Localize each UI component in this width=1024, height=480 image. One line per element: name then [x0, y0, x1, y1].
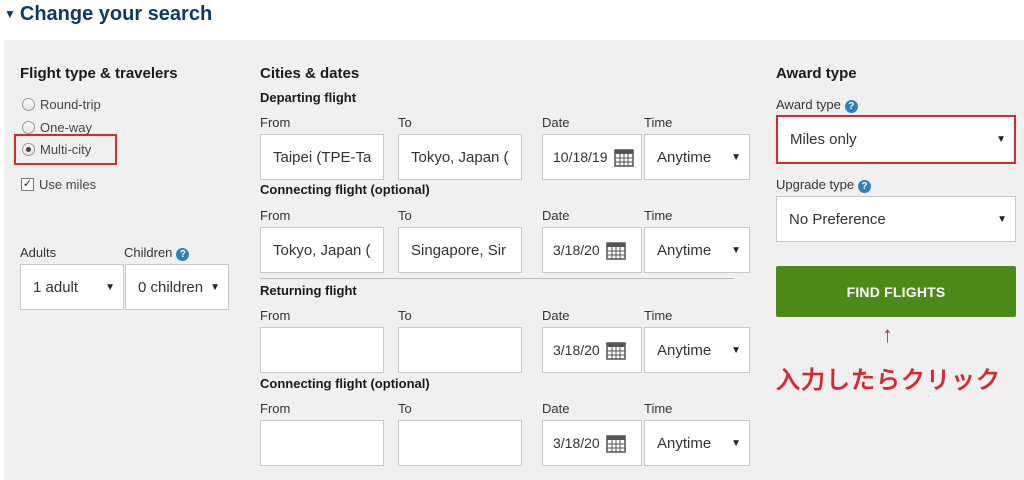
page-title: Change your search — [19, 2, 213, 25]
award-type-title: Award type — [776, 65, 857, 82]
time-label: Time — [644, 308, 673, 323]
time-select[interactable]: Anytime ▼ — [644, 227, 750, 273]
award-type-label: Award type? — [776, 97, 858, 113]
from-label: From — [260, 208, 291, 223]
cities-dates-title: Cities & dates — [260, 65, 360, 82]
date-input[interactable]: 3/18/20 — [542, 327, 642, 373]
segment-title: Connecting flight (optional) — [260, 182, 430, 197]
segment-title: Connecting flight (optional) — [260, 376, 430, 391]
change-search-header[interactable]: ▼ Change your search — [4, 0, 212, 28]
radio-one-way[interactable]: One-way — [22, 120, 92, 135]
date-label: Date — [542, 208, 570, 223]
adults-label: Adults — [20, 245, 57, 260]
chevron-down-icon: ▼ — [731, 151, 741, 163]
segment-title: Departing flight — [260, 90, 357, 105]
award-type-select[interactable]: Miles only ▼ — [776, 115, 1016, 164]
time-select[interactable]: Anytime ▼ — [644, 134, 750, 180]
from-label: From — [260, 115, 291, 130]
date-input[interactable]: 3/18/20 — [542, 420, 642, 466]
flight-type-title: Flight type & travelers — [20, 65, 178, 82]
to-label: To — [398, 401, 412, 416]
adults-select[interactable]: 1 adult ▼ — [20, 264, 124, 310]
date-input[interactable]: 3/18/20 — [542, 227, 642, 273]
to-input[interactable] — [398, 420, 522, 466]
time-select[interactable]: Anytime ▼ — [644, 327, 750, 373]
from-label: From — [260, 401, 291, 416]
help-icon: ? — [858, 180, 872, 193]
chevron-down-icon: ▼ — [996, 134, 1006, 145]
help-icon: ? — [844, 100, 858, 113]
time-label: Time — [644, 115, 673, 130]
time-label: Time — [644, 208, 673, 223]
to-input[interactable]: Tokyo, Japan ( — [398, 134, 522, 180]
find-flights-button[interactable]: FIND FLIGHTS — [776, 266, 1016, 317]
chevron-down-icon: ▼ — [210, 281, 220, 293]
radio-icon — [22, 98, 35, 111]
chevron-down-icon: ▼ — [731, 344, 741, 356]
checkmark-icon: ✓ — [21, 178, 34, 191]
upgrade-type-label: Upgrade type? — [776, 177, 872, 193]
use-miles-checkbox[interactable]: ✓ Use miles — [21, 177, 96, 192]
radio-round-trip[interactable]: Round-trip — [22, 97, 101, 112]
time-select[interactable]: Anytime ▼ — [644, 420, 750, 466]
children-select[interactable]: 0 children ▼ — [125, 264, 229, 310]
calendar-icon — [605, 435, 626, 453]
from-input[interactable]: Tokyo, Japan ( — [260, 227, 384, 273]
date-label: Date — [542, 308, 570, 323]
radio-selected-icon — [22, 143, 35, 156]
chevron-down-icon: ▼ — [997, 213, 1007, 225]
calendar-icon — [605, 342, 626, 360]
segment-title: Returning flight — [260, 283, 357, 298]
chevron-down-icon: ▼ — [731, 244, 741, 256]
to-input[interactable] — [398, 327, 522, 373]
upgrade-type-select[interactable]: No Preference ▼ — [776, 196, 1016, 242]
children-label: Children? — [124, 245, 190, 261]
from-input[interactable]: Taipei (TPE-Ta — [260, 134, 384, 180]
calendar-icon — [605, 242, 626, 260]
from-label: From — [260, 308, 291, 323]
time-label: Time — [644, 401, 673, 416]
date-input[interactable]: 10/18/19 — [542, 134, 642, 180]
to-label: To — [398, 115, 412, 130]
to-input[interactable]: Singapore, Sir — [398, 227, 522, 273]
calendar-icon — [613, 149, 634, 167]
radio-icon — [22, 121, 35, 134]
date-label: Date — [542, 115, 570, 130]
divider — [260, 278, 734, 279]
chevron-down-icon: ▼ — [731, 437, 741, 449]
click-instruction-note: 入力したらクリック — [776, 367, 1001, 394]
arrow-up-icon: ↑ — [882, 322, 893, 347]
radio-multi-city[interactable]: Multi-city — [14, 134, 117, 165]
chevron-down-icon: ▼ — [105, 281, 115, 293]
from-input[interactable] — [260, 327, 384, 373]
help-icon: ? — [176, 248, 190, 261]
caret-down-icon: ▼ — [4, 7, 16, 21]
to-label: To — [398, 308, 412, 323]
date-label: Date — [542, 401, 570, 416]
from-input[interactable] — [260, 420, 384, 466]
to-label: To — [398, 208, 412, 223]
